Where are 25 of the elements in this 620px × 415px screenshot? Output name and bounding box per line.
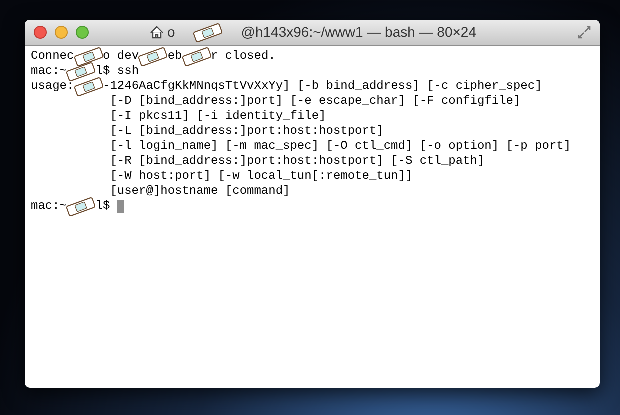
home-icon xyxy=(150,26,164,39)
minimize-button[interactable] xyxy=(55,26,68,39)
terminal-text: Connec xyxy=(31,49,74,64)
text-cursor xyxy=(117,200,124,213)
terminal-text: -1246AaCfgKkMNnqsTtVvXxYy] [-b bind_address] [-c cipher_spec] xyxy=(103,79,542,94)
terminal-text: [-I pkcs11] [-i identity_file] xyxy=(110,109,326,124)
terminal-text: [-l login_name] [-m mac_spec] [-O ctl_cmd] [-o option] [-p port] xyxy=(110,139,572,154)
terminal-text: [-D [bind_address:]port] [-e escape_char] [-F configfile] xyxy=(110,94,521,109)
terminal-text: eb xyxy=(168,49,182,64)
terminal-text: o dev xyxy=(103,49,140,64)
terminal-text: [user@]hostname [command] xyxy=(110,184,290,199)
terminal-text: mac:~ xyxy=(31,199,68,214)
window-title: o xyxy=(167,23,176,42)
terminal-text: [-W host:port] [-w local_tun[:remote_tun]] xyxy=(110,169,413,184)
window-title: @h143x96:~/www1 — bash — 80×24 xyxy=(241,23,477,42)
close-button[interactable] xyxy=(34,26,47,39)
zoom-button[interactable] xyxy=(76,26,89,39)
terminal-text: [-L [bind_address:]port:host:hostport] xyxy=(110,124,384,139)
terminal-text: usage: xyxy=(31,79,74,94)
terminal-text: mac:~ xyxy=(31,64,68,79)
terminal-text: [-R [bind_address:]port:host:hostport] [-S ctl_path] xyxy=(110,154,485,169)
terminal-text: l$ ssh xyxy=(96,64,140,79)
terminal-text: l$ xyxy=(96,199,110,214)
terminal-text: r closed. xyxy=(211,49,276,64)
fullscreen-icon[interactable] xyxy=(578,26,591,39)
